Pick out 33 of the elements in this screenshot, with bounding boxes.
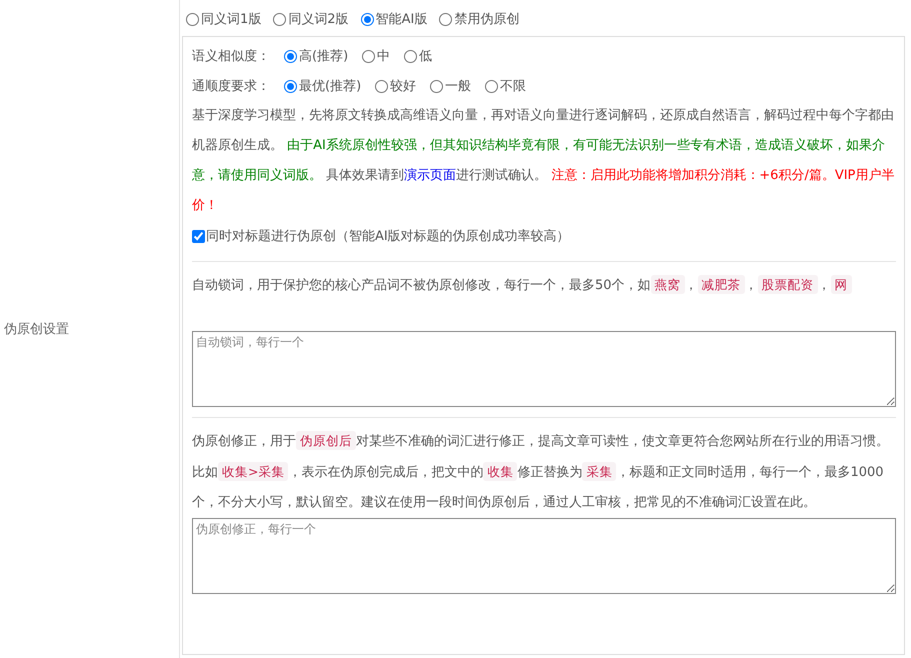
lock-words-description: 自动锁词，用于保护您的核心产品词不被伪原创修改，每行一个，最多50个，如 燕窝 ， 减肥茶 ， 股票配资 ， 网	[192, 270, 896, 301]
radio-label: 中	[377, 48, 390, 65]
ai-description-text: 基于深度学习模型，先将原文转换成高维语义向量，再对语义向量进行逐词解码，还原成自然语言，解码过程中每个字都由机器原创生成。 由于AI系统原创性较强，但其知识结构毕竟有限，有可能无法识别一些专有术语，造成语义破坏，如果介意，请使用同义词版。 具体效果请到演示页面进行测试确认。 注意：启用此功能将增加积分消耗：+6积分/篇。VIP用户半价！	[192, 107, 896, 215]
radio-button[interactable]	[404, 50, 418, 62]
radio-label: 智能AI版	[376, 11, 428, 28]
radio-label: 同义词2版	[288, 11, 349, 28]
checkbox[interactable]	[192, 230, 205, 242]
radio-button[interactable]	[430, 80, 444, 92]
radio-label: 一般	[445, 78, 472, 95]
radio-button[interactable]	[485, 80, 498, 92]
radio-button[interactable]	[439, 12, 452, 26]
field-label: 通顺度要求：	[192, 78, 270, 95]
radio-label: 高(推荐)	[299, 48, 348, 65]
lock-words-field[interactable]: 自动锁词，每行一个	[192, 331, 896, 407]
radio-label: 不限	[500, 78, 526, 95]
checkbox-label: 同时对标题进行伪原创（智能AI版对标题的伪原创成功率较高）	[206, 228, 570, 245]
radio-button[interactable]	[375, 80, 388, 92]
radio-button[interactable]	[284, 80, 297, 92]
field-label: 语义相似度：	[192, 48, 270, 65]
radio-label: 同义词1版	[201, 11, 262, 28]
radio-label: 低	[419, 48, 432, 65]
radio-label: 较好	[390, 78, 416, 95]
correction-description: 伪原创修正，用于 伪原创后 对某些不准确的词汇进行修正，提高文章可读性，使文章更符合您网站所在行业的用语习惯。比如 收集>采集 ，表示在伪原创完成后，把文中的 收集 修正替换为 采集 ，标题和正文同时适用，每行一个，最多1000个，不分大小写，默认留空。建议在使用一段时间伪原创后，通过人工审核，把常见的不准确词汇设置在此。	[192, 430, 890, 512]
demo-page-link[interactable]: 演示页面	[404, 168, 456, 183]
correction-field[interactable]: 伪原创修正，每行一个	[192, 518, 896, 594]
radio-button[interactable]	[362, 50, 376, 62]
radio-button[interactable]	[186, 12, 199, 26]
radio-label: 禁用伪原创	[454, 11, 520, 28]
radio-button[interactable]	[284, 50, 297, 62]
radio-label: 最优(推荐)	[299, 78, 362, 95]
section-label: 伪原创设置	[3, 321, 69, 338]
radio-button[interactable]	[273, 12, 286, 26]
radio-button[interactable]	[360, 12, 374, 26]
